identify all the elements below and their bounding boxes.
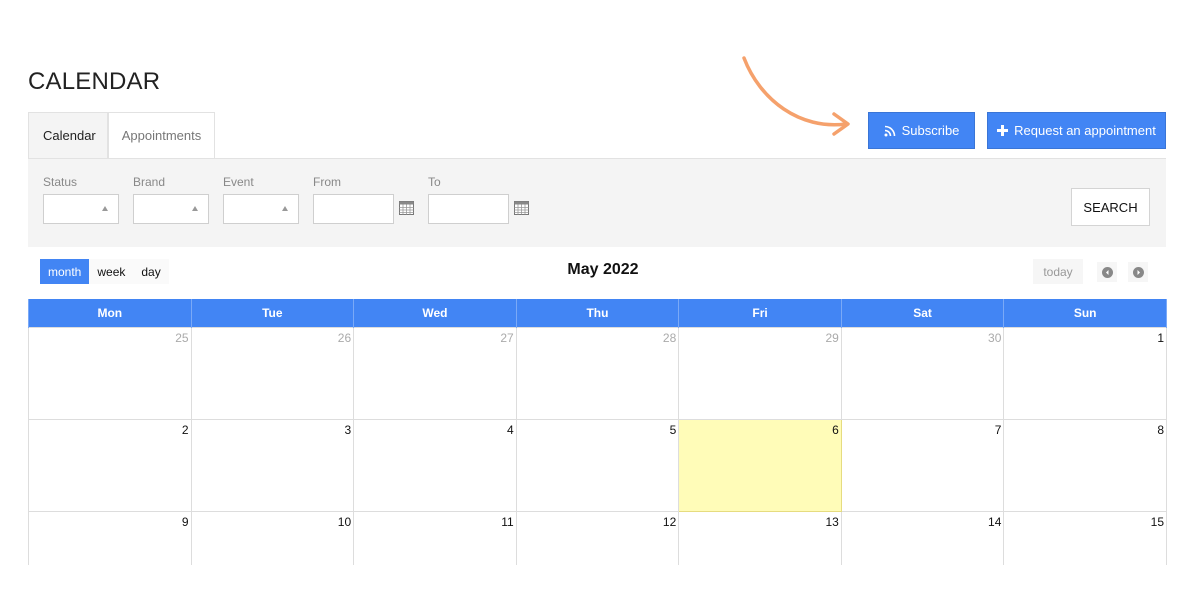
day-cell[interactable]: 29 [678,327,842,420]
from-date-input[interactable] [313,194,394,224]
weekday-header: Sun [1003,299,1167,328]
day-cell[interactable]: 9 [28,511,192,565]
chevron-right-icon [1132,266,1144,278]
weekday-header: Tue [190,299,355,328]
next-month-button[interactable] [1128,262,1148,282]
tab-calendar[interactable]: Calendar [28,112,108,158]
day-cell[interactable]: 7 [840,419,1005,512]
week-row: 25 26 27 28 29 30 1 [28,327,1167,420]
brand-select[interactable] [133,194,209,224]
page-title: CALENDAR [28,68,161,95]
weekday-header-row: Mon Tue Wed Thu Fri Sat Sun [28,299,1167,328]
caret-up-icon [102,206,108,211]
weekday-header: Mon [28,299,192,328]
annotation-arrow [742,56,850,136]
today-button[interactable]: today [1033,259,1083,284]
day-cell[interactable]: 8 [1003,419,1167,512]
search-button[interactable]: SEARCH [1071,188,1150,226]
tab-appointments[interactable]: Appointments [108,112,215,158]
day-cell[interactable]: 4 [353,419,517,512]
day-cell[interactable]: 2 [28,419,192,512]
from-label: From [313,175,341,189]
weekday-header: Sat [840,299,1005,328]
week-row: 2 3 4 5 6 7 8 [28,419,1167,512]
weekday-header: Fri [678,299,842,328]
filter-panel: Status Brand Event From To SEARCH [28,158,1166,247]
day-cell[interactable]: 12 [515,511,680,565]
day-cell[interactable]: 5 [515,419,680,512]
calendar-icon[interactable] [399,201,414,215]
weekday-header: Thu [515,299,680,328]
today-cell[interactable]: 6 [678,419,842,512]
day-cell[interactable]: 13 [678,511,842,565]
brand-label: Brand [133,175,166,189]
status-select[interactable] [43,194,119,224]
caret-up-icon [282,206,288,211]
request-appointment-label: Request an appointment [1014,123,1156,138]
week-row: 9 10 11 12 13 14 15 [28,511,1167,565]
day-cell[interactable]: 3 [190,419,355,512]
subscribe-button[interactable]: Subscribe [868,112,975,149]
day-cell[interactable]: 14 [840,511,1005,565]
day-cell[interactable]: 27 [353,327,517,420]
subscribe-label: Subscribe [901,123,960,138]
status-label: Status [43,175,78,189]
day-cell[interactable]: 28 [515,327,680,420]
caret-up-icon [192,206,198,211]
month-title: May 2022 [567,261,639,278]
chevron-left-icon [1101,266,1113,278]
weekday-header: Wed [353,299,517,328]
request-appointment-button[interactable]: Request an appointment [987,112,1166,149]
plus-icon [997,125,1009,136]
calendar-icon[interactable] [514,201,529,215]
to-label: To [428,175,441,189]
day-cell[interactable]: 1 [1003,327,1167,420]
event-label: Event [223,175,254,189]
calendar-grid: Mon Tue Wed Thu Fri Sat Sun 25 26 27 28 … [28,299,1167,565]
rss-icon [884,125,895,136]
day-cell[interactable]: 26 [190,327,355,420]
event-select[interactable] [223,194,299,224]
day-cell[interactable]: 30 [840,327,1005,420]
day-cell[interactable]: 15 [1003,511,1167,565]
tab-bar: Calendar Appointments [28,112,215,158]
day-cell[interactable]: 25 [28,327,192,420]
day-cell[interactable]: 11 [353,511,517,565]
prev-month-button[interactable] [1097,262,1117,282]
to-date-input[interactable] [428,194,509,224]
day-cell[interactable]: 10 [190,511,355,565]
